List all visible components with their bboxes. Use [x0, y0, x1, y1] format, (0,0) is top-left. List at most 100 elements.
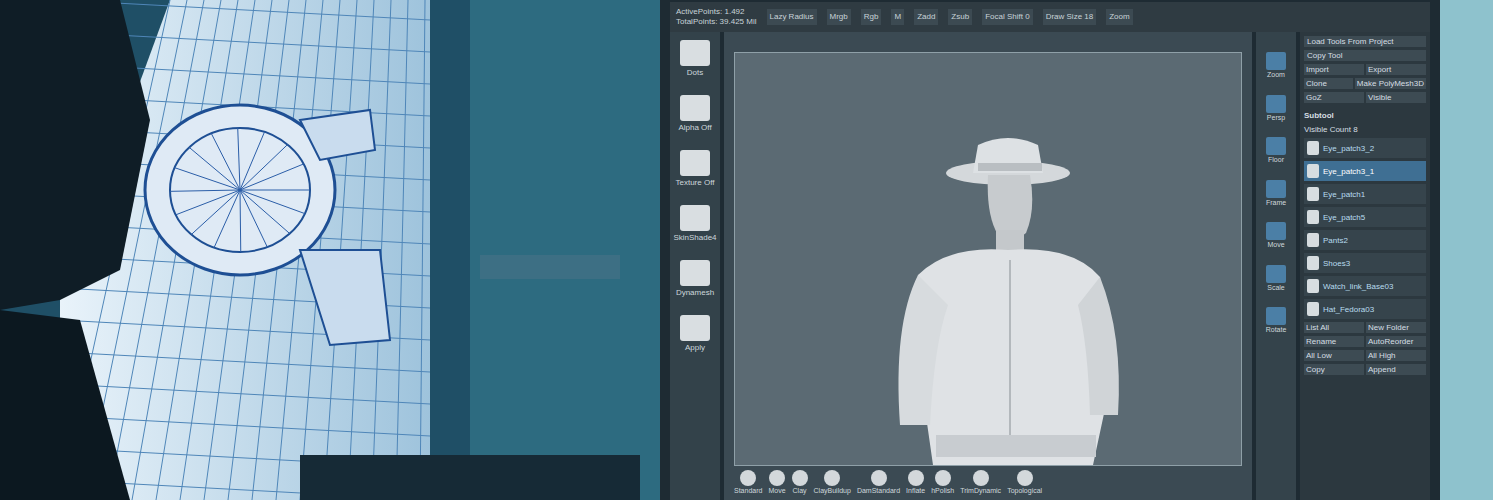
subtool-item[interactable]: Watch_link_Base03 — [1304, 276, 1426, 296]
top-bar-item[interactable]: Zoom — [1106, 9, 1132, 25]
brush-button[interactable]: Standard — [734, 470, 762, 497]
top-bar-item[interactable]: Rgb — [861, 9, 882, 25]
subtool-title[interactable]: Subtool — [1304, 110, 1426, 121]
brush-sphere-icon — [824, 470, 840, 486]
top-bar-item[interactable]: M — [891, 9, 904, 25]
subtool-thumbnail-icon — [1307, 233, 1319, 247]
subtool-thumbnail-icon — [1307, 302, 1319, 316]
view-button[interactable]: Floor — [1266, 137, 1286, 166]
shelf-thumbnail — [680, 205, 710, 231]
view-button[interactable]: Rotate — [1266, 307, 1287, 336]
brush-sphere-icon — [908, 470, 924, 486]
subtool-count: Visible Count 8 — [1304, 124, 1426, 135]
subtool-item[interactable]: Eye_patch5 — [1304, 207, 1426, 227]
subtool-item[interactable]: Eye_patch3_1 — [1304, 161, 1426, 181]
subtool-thumbnail-icon — [1307, 279, 1319, 293]
brush-button[interactable]: Move — [768, 470, 785, 497]
brush-sphere-icon — [935, 470, 951, 486]
subtool-button[interactable]: All Low — [1304, 350, 1364, 361]
top-bar-item[interactable]: Mrgb — [827, 9, 851, 25]
subtool-item[interactable]: Eye_patch3_2 — [1304, 138, 1426, 158]
subtool-item[interactable]: Hat_Fedora03 — [1304, 299, 1426, 319]
shelf-thumbnail — [680, 95, 710, 121]
brush-button[interactable]: Inflate — [906, 470, 925, 497]
shelf-thumbnail — [680, 150, 710, 176]
brush-sphere-icon — [973, 470, 989, 486]
brush-button[interactable]: DamStandard — [857, 470, 900, 497]
subtool-thumbnail-icon — [1307, 164, 1319, 178]
tool-button[interactable]: Copy Tool — [1304, 50, 1426, 61]
view-icon — [1266, 307, 1286, 325]
view-button[interactable]: Zoom — [1266, 52, 1286, 81]
subtool-button[interactable]: AutoReorder — [1366, 336, 1426, 347]
tool-button[interactable]: GoZ — [1304, 92, 1364, 103]
tool-button[interactable]: Export — [1366, 64, 1426, 75]
top-bar-item[interactable]: Lazy Radius — [767, 9, 817, 25]
shelf-item[interactable]: SkinShade4 — [673, 205, 717, 242]
subtool-button-row: All LowAll High — [1304, 350, 1426, 361]
brush-button[interactable]: hPolish — [931, 470, 954, 497]
brush-button[interactable]: Topological — [1007, 470, 1042, 497]
tool-button-row: ImportExport — [1304, 64, 1426, 75]
brush-button[interactable]: Clay — [792, 470, 808, 497]
shelf-thumbnail — [680, 315, 710, 341]
right-backdrop — [1440, 0, 1493, 500]
view-button[interactable]: Scale — [1266, 265, 1286, 294]
subtool-thumbnail-icon — [1307, 141, 1319, 155]
brush-sphere-icon — [871, 470, 887, 486]
tool-button-row: GoZVisible — [1304, 92, 1426, 103]
view-button[interactable]: Persp — [1266, 95, 1286, 124]
view-icon — [1266, 95, 1286, 113]
left-shelf: Dots Alpha Off Texture Off SkinShade4 Dyname… — [670, 32, 720, 500]
subtool-button[interactable]: All High — [1366, 350, 1426, 361]
subtool-item[interactable]: Pants2 — [1304, 230, 1426, 250]
canvas-area: Standard Move Clay ClayBuildupDamStandardIn… — [724, 32, 1252, 500]
subtool-button[interactable]: New Folder — [1366, 322, 1426, 333]
shelf-item[interactable]: Dynamesh — [673, 260, 717, 297]
view-button[interactable]: Move — [1266, 222, 1286, 251]
shelf-item[interactable]: Dots — [673, 40, 717, 77]
view-icon — [1266, 137, 1286, 155]
subtool-item[interactable]: Eye_patch1 — [1304, 184, 1426, 204]
subtool-button[interactable]: Rename — [1304, 336, 1364, 347]
tool-button[interactable]: Import — [1304, 64, 1364, 75]
tool-button[interactable]: Load Tools From Project — [1304, 36, 1426, 47]
subtool-thumbnail-icon — [1307, 187, 1319, 201]
shelf-item[interactable]: Texture Off — [673, 150, 717, 187]
subtool-button-row: CopyAppend — [1304, 364, 1426, 375]
tool-button[interactable]: Visible — [1366, 92, 1426, 103]
wireframe-photo — [0, 0, 660, 500]
top-bar-item[interactable]: Zsub — [948, 9, 972, 25]
brush-sphere-icon — [769, 470, 785, 486]
subtool-button[interactable]: Copy — [1304, 364, 1364, 375]
top-bar-item[interactable]: Focal Shift 0 — [982, 9, 1032, 25]
brush-sphere-icon — [1017, 470, 1033, 486]
shelf-thumbnail — [680, 40, 710, 66]
shelf-item[interactable]: Apply — [673, 315, 717, 352]
brush-sphere-icon — [792, 470, 808, 486]
subtool-button[interactable]: Append — [1366, 364, 1426, 375]
top-bar-item[interactable]: Draw Size 18 — [1043, 9, 1097, 25]
view-icon — [1266, 180, 1286, 198]
brush-bar: Standard Move Clay ClayBuildupDamStandardIn… — [724, 466, 1252, 500]
tool-button-row: CloneMake PolyMesh3D — [1304, 78, 1426, 89]
subtool-item[interactable]: Shoes3 — [1304, 253, 1426, 273]
top-bar: ActivePoints: 1.492TotalPoints: 39.425 M… — [670, 2, 1430, 32]
brush-button[interactable]: ClayBuildup — [814, 470, 851, 497]
view-button[interactable]: Frame — [1266, 180, 1286, 209]
subtool-button-row: List AllNew Folder — [1304, 322, 1426, 333]
tool-button[interactable]: Make PolyMesh3D — [1355, 78, 1426, 89]
subtool-button[interactable]: List All — [1304, 322, 1364, 333]
right-icons: Zoom Persp Floor Frame Move Scale Rotate — [1256, 32, 1296, 500]
top-bar-item[interactable]: Zadd — [914, 9, 938, 25]
character-sculpt-icon — [838, 95, 1138, 465]
subtool-thumbnail-icon — [1307, 256, 1319, 270]
tool-button[interactable]: Clone — [1304, 78, 1353, 89]
shelf-item[interactable]: Alpha Off — [673, 95, 717, 132]
monitor: ActivePoints: 1.492TotalPoints: 39.425 M… — [660, 0, 1440, 500]
view-icon — [1266, 222, 1286, 240]
brush-sphere-icon — [740, 470, 756, 486]
brush-button[interactable]: TrimDynamic — [960, 470, 1001, 497]
canvas — [734, 52, 1242, 466]
tool-panel: Load Tools From Project Copy Tool ImportEx… — [1300, 32, 1430, 500]
